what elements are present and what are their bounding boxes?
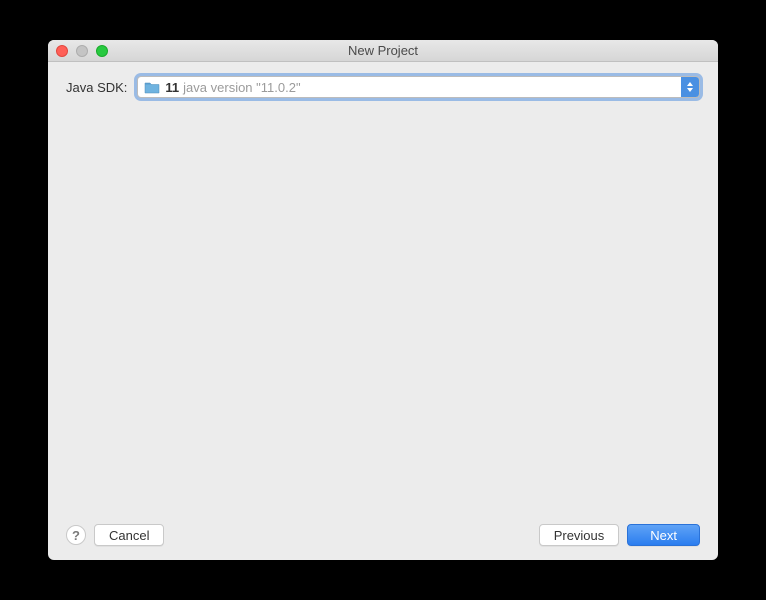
sdk-row: Java SDK: 11 java version "11.0.2" [66, 76, 700, 98]
traffic-lights [48, 45, 108, 57]
window-title: New Project [48, 43, 718, 58]
maximize-icon[interactable] [96, 45, 108, 57]
sdk-selected-version: java version "11.0.2" [183, 80, 300, 95]
next-button[interactable]: Next [627, 524, 700, 546]
help-icon: ? [72, 528, 80, 543]
sdk-label: Java SDK: [66, 80, 127, 95]
cancel-button[interactable]: Cancel [94, 524, 164, 546]
chevron-updown-icon [681, 77, 699, 97]
new-project-dialog: New Project Java SDK: 11 java version "1… [48, 40, 718, 560]
folder-icon [144, 81, 160, 94]
minimize-icon [76, 45, 88, 57]
sdk-dropdown[interactable]: 11 java version "11.0.2" [137, 76, 700, 98]
help-button[interactable]: ? [66, 525, 86, 545]
sdk-selected-name: 11 [165, 80, 179, 95]
previous-button[interactable]: Previous [539, 524, 620, 546]
dialog-content: Java SDK: 11 java version "11.0.2" [48, 62, 718, 512]
close-icon[interactable] [56, 45, 68, 57]
dialog-footer: ? Cancel Previous Next [48, 512, 718, 560]
titlebar: New Project [48, 40, 718, 62]
